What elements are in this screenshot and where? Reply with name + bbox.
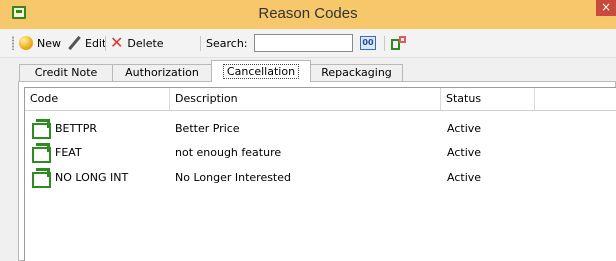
window-title: Reason Codes — [258, 5, 358, 22]
tab-authorization[interactable]: Authorization — [112, 64, 212, 81]
green-record-icon — [32, 119, 51, 139]
column-header-description[interactable]: Description — [170, 88, 441, 110]
search-input[interactable] — [254, 34, 353, 52]
cell-status: Active — [447, 171, 482, 184]
cell-code: BETTPR — [55, 122, 98, 135]
toolbar-grip[interactable] — [12, 36, 14, 50]
delete-button-label: Delete — [127, 36, 164, 50]
new-button[interactable]: New — [19, 29, 61, 57]
tab-strip: Credit Note Authorization Cancellation R… — [0, 57, 616, 82]
cell-description: not enough feature — [175, 146, 282, 159]
column-header-status[interactable]: Status — [441, 88, 535, 110]
export-icon[interactable] — [391, 36, 406, 51]
green-record-icon — [32, 143, 51, 163]
reason-codes-grid: Code Description Status BETTPR Better Pr… — [24, 87, 616, 261]
new-button-label: New — [37, 36, 61, 50]
pencil-icon — [67, 36, 81, 50]
close-button[interactable]: × — [596, 0, 616, 16]
binoculars-icon[interactable]: 00 — [360, 36, 376, 50]
column-header-code[interactable]: Code — [25, 88, 170, 110]
toolbar-separator — [200, 36, 201, 51]
table-row[interactable]: FEAT not enough feature Active — [25, 141, 616, 165]
table-row[interactable]: BETTPR Better Price Active — [25, 117, 616, 141]
toolbar-separator — [105, 36, 106, 51]
search-label: Search: — [206, 36, 248, 50]
tab-repackaging[interactable]: Repackaging — [310, 64, 403, 81]
tab-label: Repackaging — [321, 66, 392, 79]
grid-header: Code Description Status — [25, 88, 616, 111]
toolbar-separator — [384, 36, 385, 51]
cell-description: No Longer Interested — [175, 171, 291, 184]
tab-cancellation[interactable]: Cancellation — [211, 60, 311, 82]
table-row[interactable]: NO LONG INT No Longer Interested Active — [25, 166, 616, 190]
title-bar: Reason Codes × — [0, 0, 616, 29]
edit-button[interactable]: Edit — [67, 29, 106, 57]
cell-status: Active — [447, 122, 482, 135]
tab-label: Authorization — [125, 66, 199, 79]
tab-label: Cancellation — [222, 64, 300, 79]
cell-code: NO LONG INT — [55, 171, 129, 184]
cell-description: Better Price — [175, 122, 240, 135]
tab-label: Credit Note — [34, 66, 98, 79]
green-record-icon — [32, 168, 51, 188]
new-orb-icon — [19, 36, 33, 50]
red-x-icon: ✕ — [110, 33, 124, 52]
cell-code: FEAT — [55, 146, 82, 159]
cell-status: Active — [447, 146, 482, 159]
edit-button-label: Edit — [85, 36, 107, 50]
delete-button[interactable]: ✕ Delete — [110, 29, 164, 57]
tab-credit-note[interactable]: Credit Note — [19, 64, 113, 81]
